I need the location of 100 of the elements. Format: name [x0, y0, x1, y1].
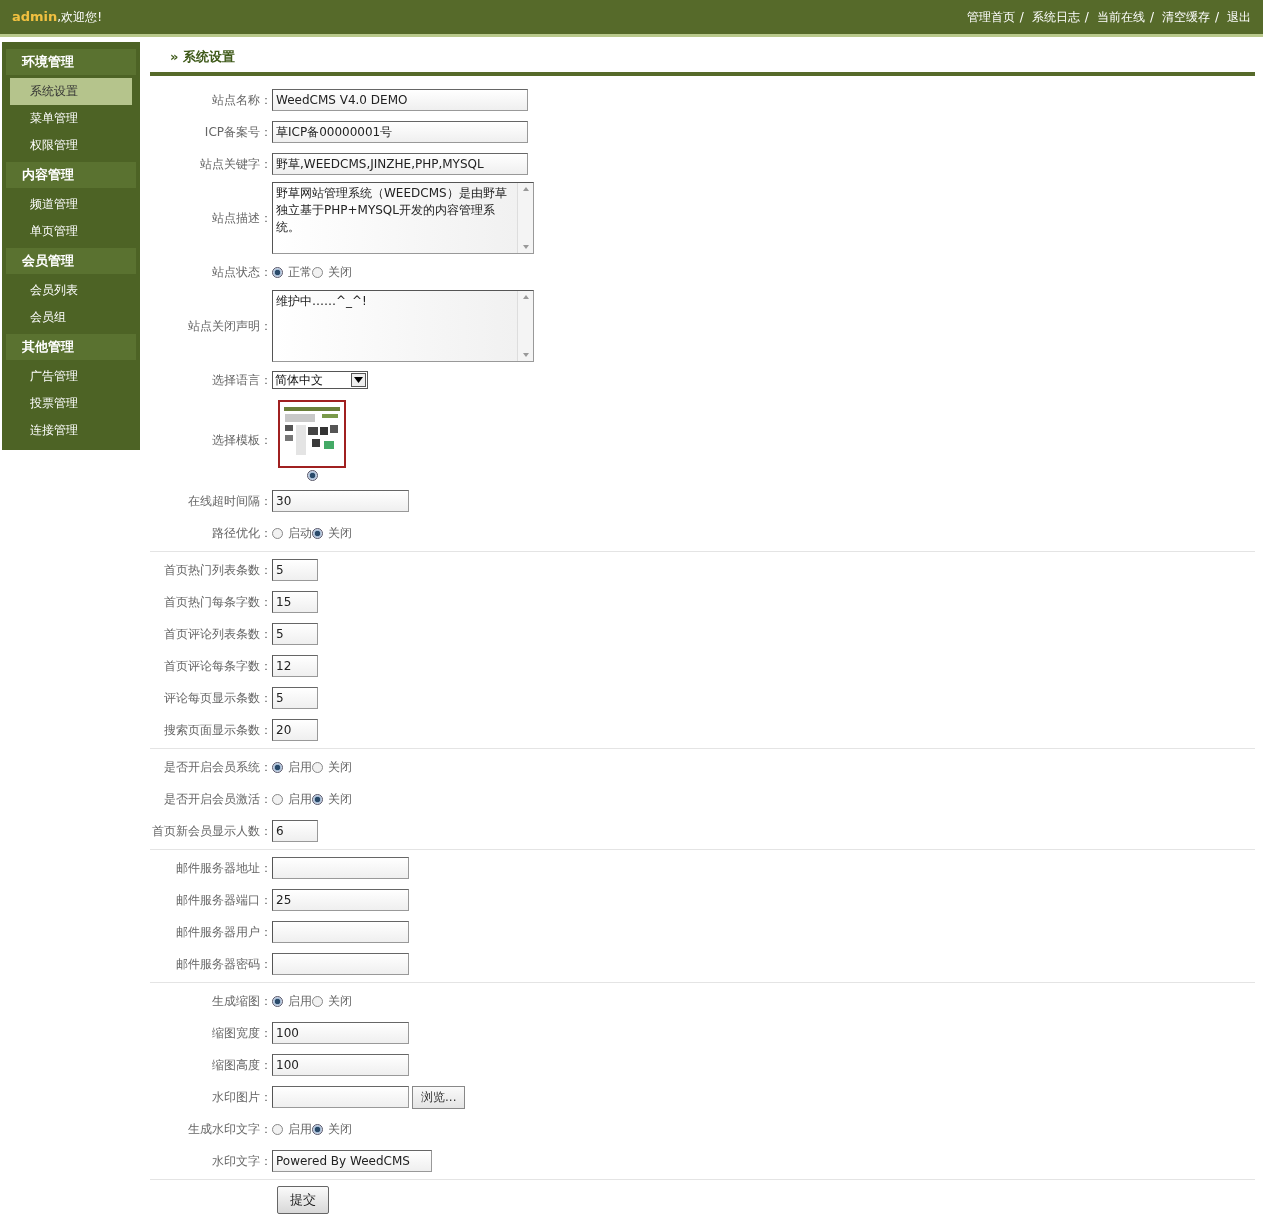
- radio-button[interactable]: [272, 995, 283, 1007]
- field-label: 首页新会员显示人数：: [151, 822, 272, 840]
- field-label: 首页评论每条字数：: [163, 657, 272, 675]
- radio-button[interactable]: [272, 793, 283, 805]
- text-field[interactable]: 草ICP备00000001号: [272, 121, 528, 143]
- text-field[interactable]: 30: [272, 490, 409, 512]
- sidebar-item[interactable]: 投票管理: [10, 390, 132, 417]
- text-field[interactable]: 5: [272, 623, 318, 645]
- header-link[interactable]: 清空缓存: [1161, 8, 1210, 26]
- radio-label: 关闭: [328, 1120, 352, 1138]
- text-field[interactable]: 野草,WEEDCMS,JINZHE,PHP,MYSQL: [272, 153, 528, 175]
- radio-button[interactable]: [312, 761, 323, 773]
- sidebar-item[interactable]: 单页管理: [10, 218, 132, 245]
- sidebar-group-title: 环境管理: [6, 49, 136, 75]
- sidebar-item[interactable]: 连接管理: [10, 417, 132, 444]
- sidebar-item[interactable]: 权限管理: [10, 132, 132, 159]
- text-field[interactable]: 12: [272, 655, 318, 677]
- radio-label: 关闭: [328, 992, 352, 1010]
- language-dropdown[interactable]: 简体中文: [272, 371, 368, 389]
- radio-label: 启用: [288, 992, 312, 1010]
- text-field[interactable]: 15: [272, 591, 318, 613]
- radio-button[interactable]: [272, 527, 283, 539]
- radio-button[interactable]: [272, 761, 283, 773]
- field-label: 生成水印文字：: [187, 1120, 272, 1138]
- radio-button[interactable]: [312, 266, 323, 278]
- field-label: 在线超时间隔：: [187, 492, 272, 510]
- browse-button[interactable]: 浏览...: [412, 1085, 466, 1109]
- text-field[interactable]: [272, 953, 409, 975]
- field-label: 首页热门每条字数：: [163, 593, 272, 611]
- text-field[interactable]: 100: [272, 1054, 409, 1076]
- radio-button[interactable]: [312, 793, 323, 805]
- field-label: 搜索页面显示条数：: [163, 721, 272, 739]
- field-label: 首页热门列表条数：: [163, 561, 272, 579]
- radio-button[interactable]: [272, 1123, 283, 1135]
- sidebar-item[interactable]: 系统设置: [10, 78, 132, 105]
- field-label: 邮件服务器用户：: [175, 923, 272, 941]
- radio-button[interactable]: [312, 995, 323, 1007]
- field-label: 选择语言：: [211, 371, 272, 389]
- submit-button[interactable]: 提交: [277, 1186, 329, 1214]
- field-label: 邮件服务器端口：: [175, 891, 272, 909]
- page-title: » 系统设置: [150, 42, 1255, 76]
- sidebar-group-title: 会员管理: [6, 248, 136, 274]
- text-field[interactable]: 100: [272, 1022, 409, 1044]
- link-separator: /: [1019, 10, 1024, 24]
- text-field[interactable]: [272, 857, 409, 879]
- sidebar-group-title: 其他管理: [6, 334, 136, 360]
- radio-label: 关闭: [328, 758, 352, 776]
- radio-label: 关闭: [328, 263, 352, 281]
- field-label: 选择模板：: [211, 432, 272, 449]
- header-link[interactable]: 管理首页: [966, 8, 1015, 26]
- link-separator: /: [1084, 10, 1089, 24]
- field-label: 水印文字：: [211, 1152, 272, 1170]
- field-label: 邮件服务器密码：: [175, 955, 272, 973]
- header-link[interactable]: 系统日志: [1031, 8, 1080, 26]
- sidebar-item[interactable]: 会员列表: [10, 277, 132, 304]
- radio-label: 启用: [288, 790, 312, 808]
- link-separator: /: [1214, 10, 1219, 24]
- field-label: 邮件服务器地址：: [175, 859, 272, 877]
- radio-label: 关闭: [328, 524, 352, 542]
- text-field[interactable]: 25: [272, 889, 409, 911]
- sidebar-item[interactable]: 频道管理: [10, 191, 132, 218]
- radio-button[interactable]: [312, 1123, 323, 1135]
- sidebar-item[interactable]: 广告管理: [10, 363, 132, 390]
- caret-icon: [354, 377, 363, 383]
- radio-button[interactable]: [306, 470, 318, 481]
- field-label: 路径优化：: [211, 524, 272, 542]
- field-label: 站点状态：: [211, 263, 272, 281]
- welcome-text: admin,欢迎您!: [12, 8, 102, 26]
- text-field[interactable]: [272, 921, 409, 943]
- header-link[interactable]: 当前在线: [1096, 8, 1145, 26]
- file-field[interactable]: [272, 1086, 409, 1108]
- header-link[interactable]: 退出: [1227, 8, 1251, 26]
- field-label: 首页评论列表条数：: [163, 625, 272, 643]
- radio-label: 启动: [288, 524, 312, 542]
- text-field[interactable]: 5: [272, 687, 318, 709]
- field-label: 站点关闭声明：: [187, 317, 272, 335]
- text-field[interactable]: 6: [272, 820, 318, 842]
- radio-button[interactable]: [312, 527, 323, 539]
- radio-label: 关闭: [328, 790, 352, 808]
- radio-button[interactable]: [272, 266, 283, 278]
- sidebar-group-title: 内容管理: [6, 162, 136, 188]
- field-label: 是否开启会员系统：: [163, 758, 272, 776]
- field-label: 站点名称：: [211, 91, 272, 109]
- text-field[interactable]: Powered By WeedCMS: [272, 1150, 432, 1172]
- text-area[interactable]: 维护中……^_^!: [272, 290, 534, 362]
- sidebar-item[interactable]: 菜单管理: [10, 105, 132, 132]
- radio-label: 启用: [288, 758, 312, 776]
- template-thumbnail[interactable]: [278, 400, 346, 468]
- text-field[interactable]: WeedCMS V4.0 DEMO: [272, 89, 528, 111]
- text-field[interactable]: 20: [272, 719, 318, 741]
- sidebar-item[interactable]: 会员组: [10, 304, 132, 331]
- field-label: 评论每页显示条数：: [163, 689, 272, 707]
- text-field[interactable]: 5: [272, 559, 318, 581]
- link-separator: /: [1149, 10, 1154, 24]
- field-label: 缩图宽度：: [211, 1024, 272, 1042]
- field-label: 生成缩图：: [211, 992, 272, 1010]
- field-label: ICP备案号：: [203, 123, 272, 141]
- text-area[interactable]: 野草网站管理系统（WEEDCMS）是由野草独立基于PHP+MYSQL开发的内容管理系统。: [272, 182, 534, 254]
- field-label: 水印图片：: [211, 1088, 272, 1106]
- field-label: 站点关键字：: [199, 155, 272, 173]
